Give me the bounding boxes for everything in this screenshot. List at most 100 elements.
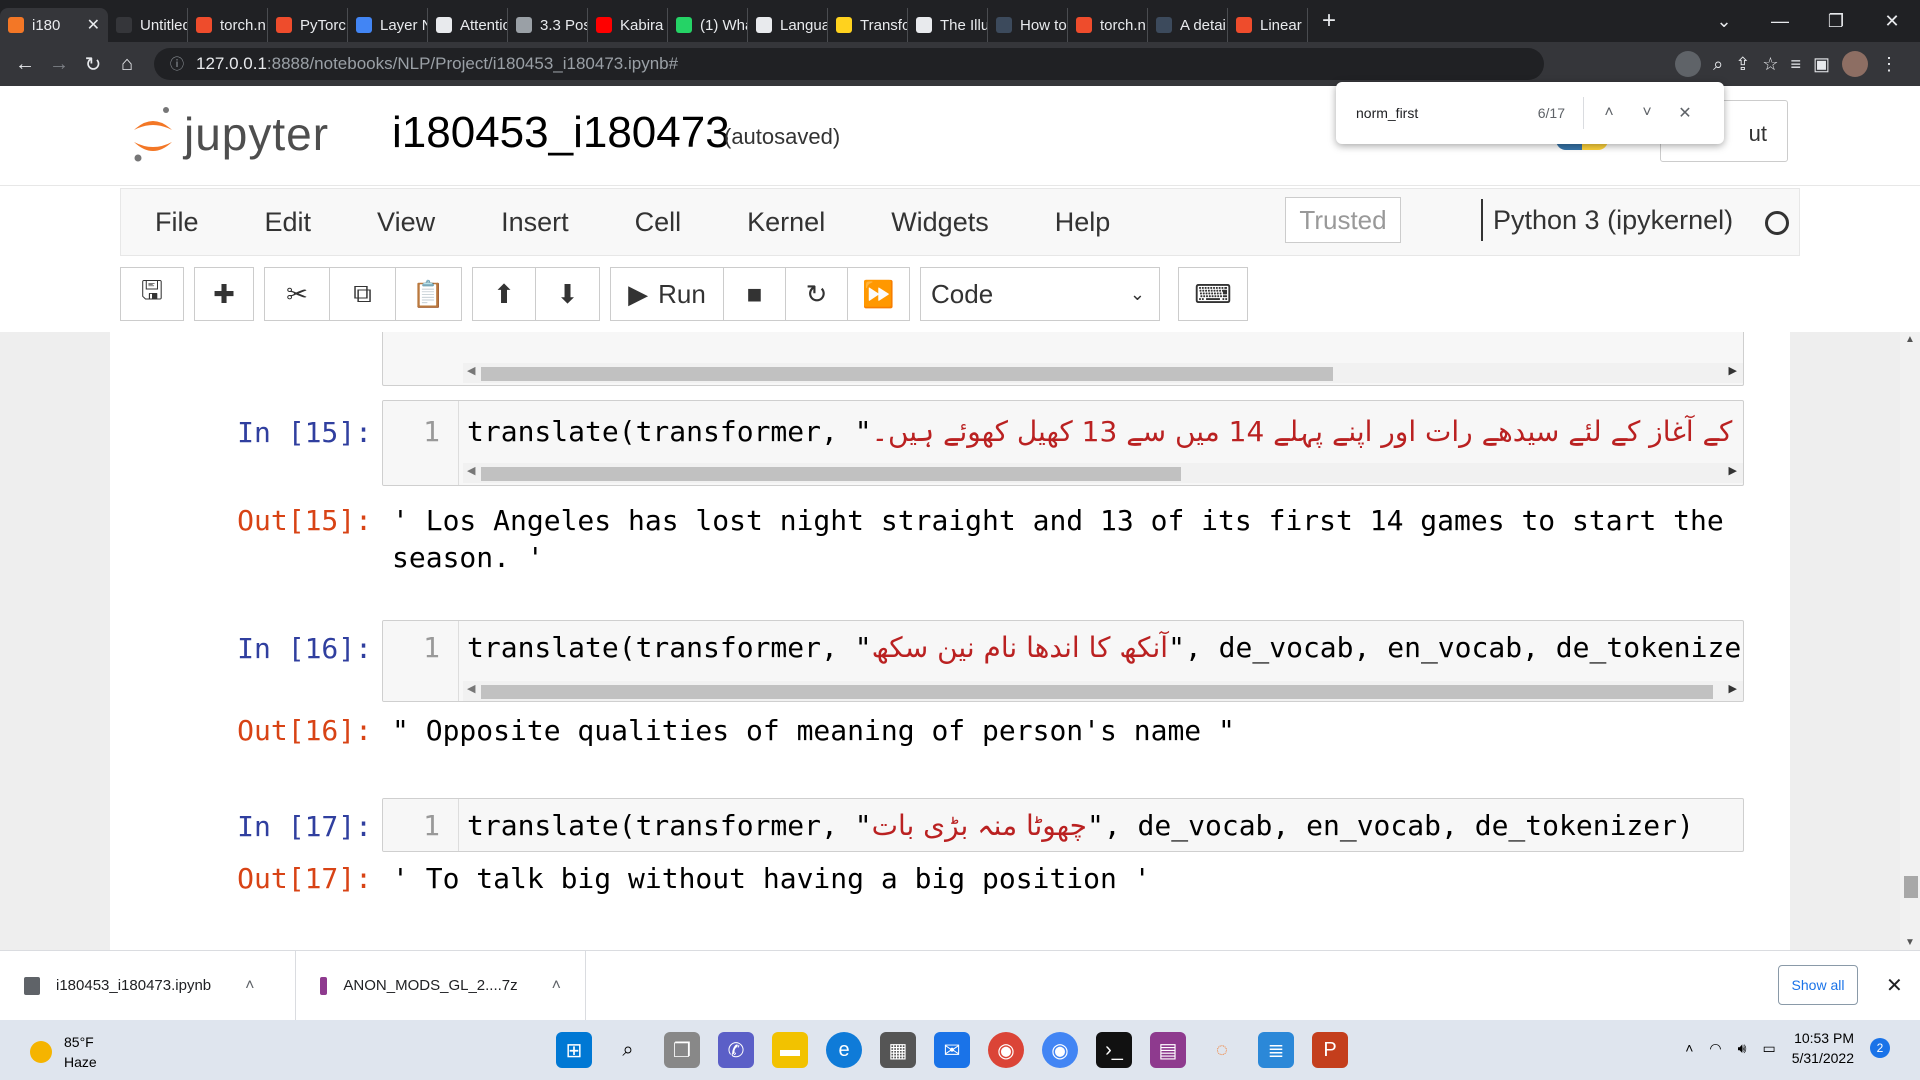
clock[interactable]: 10:53 PM 5/31/2022	[1792, 1028, 1854, 1068]
search-icon[interactable]: ⌕	[610, 1032, 646, 1068]
trusted-indicator[interactable]: Trusted	[1285, 197, 1401, 243]
mail-icon[interactable]: ✉	[934, 1032, 970, 1068]
browser-tab[interactable]: 3.3 Pos	[508, 8, 588, 42]
file-explorer-icon[interactable]: ▬	[772, 1032, 808, 1068]
run-button[interactable]: ▶ Run	[610, 267, 724, 321]
browser-tab[interactable]: torch.n	[1068, 8, 1148, 42]
page-vertical-scrollbar[interactable]: ▲ ▼	[1900, 332, 1920, 950]
jupyter-app-icon[interactable]: ◌	[1204, 1032, 1240, 1068]
code-input[interactable]: 1 translate(transformer, "چھوٹا منہ بڑی …	[382, 798, 1744, 852]
scroll-thumb[interactable]	[481, 685, 1713, 699]
scroll-thumb[interactable]	[1904, 876, 1918, 898]
new-tab-button[interactable]: +	[1322, 7, 1336, 35]
scroll-up-arrow[interactable]: ▲	[1905, 334, 1915, 345]
tab-close-icon[interactable]: ✕	[87, 15, 100, 35]
terminal-icon[interactable]: ›_	[1096, 1032, 1132, 1068]
browser-tab[interactable]: (1) Wha	[668, 8, 748, 42]
scroll-left-arrow[interactable]: ◀	[467, 464, 475, 477]
browser-tab[interactable]: A detai	[1148, 8, 1228, 42]
menu-edit[interactable]: Edit	[229, 207, 312, 238]
volume-icon[interactable]: 🔊︎	[1738, 1040, 1747, 1057]
browser-tab[interactable]: Untitled	[108, 8, 188, 42]
reading-list-icon[interactable]: ≡	[1790, 54, 1801, 75]
code-input[interactable]: 1 translate(transformer, "آنکھ کا اندھا …	[382, 620, 1744, 702]
find-close-icon[interactable]: ✕	[1666, 103, 1704, 123]
menu-help[interactable]: Help	[1019, 207, 1111, 238]
task-view-icon[interactable]: ❐	[664, 1032, 700, 1068]
close-download-bar-icon[interactable]: ✕	[1886, 973, 1903, 998]
code-input[interactable]: 1 translate(transformer, "لاس اینجلس نے …	[382, 400, 1744, 486]
horizontal-scrollbar[interactable]: ◀ ▶	[463, 363, 1743, 383]
browser-tab[interactable]: Transfo	[828, 8, 908, 42]
browser-tab[interactable]: i180 ✕	[0, 8, 108, 42]
scroll-right-arrow[interactable]: ▶	[1729, 464, 1737, 477]
bookmark-star-icon[interactable]: ☆	[1762, 54, 1778, 75]
url-field[interactable]: ⓘ 127.0.0.1 :8888/notebooks/NLP/Project/…	[154, 48, 1544, 80]
start-icon[interactable]: ⊞	[556, 1032, 592, 1068]
chat-icon[interactable]: ✆	[718, 1032, 754, 1068]
weather-widget[interactable]: 85°F Haze	[30, 1032, 97, 1072]
store-icon[interactable]: ▦	[880, 1032, 916, 1068]
edge-icon[interactable]: e	[826, 1032, 862, 1068]
kernel-name[interactable]: Python 3 (ipykernel)	[1481, 199, 1733, 241]
restore-button[interactable]: ❐	[1808, 11, 1864, 32]
scroll-down-arrow[interactable]: ▼	[1905, 937, 1915, 948]
interrupt-icon[interactable]: ■	[724, 267, 786, 321]
jupyter-logo[interactable]: jupyter	[130, 104, 329, 164]
tab-search-icon[interactable]: ⌄	[1696, 11, 1752, 32]
horizontal-scrollbar[interactable]: ◀ ▶	[463, 463, 1743, 483]
side-panel-icon[interactable]: ▣	[1813, 54, 1830, 75]
winrar-icon[interactable]: ▤	[1150, 1032, 1186, 1068]
scroll-right-arrow[interactable]: ▶	[1729, 682, 1737, 695]
browser-tab[interactable]: PyTorc	[268, 8, 348, 42]
notebook-name[interactable]: i180453_i180473	[392, 108, 730, 158]
browser-tab[interactable]: Kabira	[588, 8, 668, 42]
lens-icon[interactable]	[1675, 51, 1702, 77]
find-next-icon[interactable]: ˅	[1628, 104, 1666, 122]
share-icon[interactable]: ⇪	[1735, 54, 1750, 75]
profile-avatar[interactable]	[1842, 51, 1868, 77]
tray-overflow-icon[interactable]: ˄	[1685, 1040, 1693, 1056]
browser-tab[interactable]: Linear	[1228, 8, 1308, 42]
browser-tab[interactable]: Langua	[748, 8, 828, 42]
download-item[interactable]: ANON_MODS_GL_2....7z ˄	[296, 950, 586, 1021]
forward-icon[interactable]: →	[42, 53, 76, 76]
scroll-right-arrow[interactable]: ▶	[1729, 364, 1737, 377]
info-icon[interactable]: ⓘ	[170, 54, 184, 74]
reload-icon[interactable]: ↻	[76, 52, 110, 77]
cell-type-select[interactable]: Code ⌄	[920, 267, 1160, 321]
menu-file[interactable]: File	[121, 207, 199, 238]
battery-icon[interactable]: ▭	[1762, 1040, 1775, 1057]
scroll-left-arrow[interactable]: ◀	[467, 682, 475, 695]
move-up-icon[interactable]: ⬆	[472, 267, 536, 321]
find-prev-icon[interactable]: ˄	[1590, 104, 1628, 122]
menu-view[interactable]: View	[341, 207, 435, 238]
command-palette-keyboard-icon[interactable]: ⌨	[1178, 267, 1248, 321]
notification-badge[interactable]: 2	[1870, 1038, 1890, 1058]
home-icon[interactable]: ⌂	[110, 53, 144, 76]
restart-icon[interactable]: ↻	[786, 267, 848, 321]
show-all-button[interactable]: Show all	[1778, 965, 1858, 1005]
menu-kernel[interactable]: Kernel	[711, 207, 825, 238]
paste-icon[interactable]: 📋	[396, 267, 462, 321]
chrome-profile-icon[interactable]: ◉	[1042, 1032, 1078, 1068]
browser-tab[interactable]: Attentio	[428, 8, 508, 42]
scroll-thumb[interactable]	[481, 367, 1333, 381]
code-input[interactable]: ◀ ▶	[382, 332, 1744, 386]
insert-cell-icon[interactable]: ✚	[194, 267, 254, 321]
minimize-button[interactable]: —	[1752, 11, 1808, 32]
chevron-up-icon[interactable]: ˄	[245, 977, 254, 995]
menu-kebab-icon[interactable]: ⋮	[1880, 54, 1898, 75]
save-icon[interactable]: 🖫	[120, 267, 184, 321]
scroll-thumb[interactable]	[481, 467, 1181, 481]
chrome-icon[interactable]: ◉	[988, 1032, 1024, 1068]
notepad-icon[interactable]: ≣	[1258, 1032, 1294, 1068]
browser-tab[interactable]: Layer N	[348, 8, 428, 42]
browser-tab[interactable]: The Illu	[908, 8, 988, 42]
move-down-icon[interactable]: ⬇	[536, 267, 600, 321]
scroll-left-arrow[interactable]: ◀	[467, 364, 475, 377]
download-item[interactable]: i180453_i180473.ipynb ˄	[0, 950, 296, 1021]
horizontal-scrollbar[interactable]: ◀ ▶	[463, 681, 1743, 701]
menu-cell[interactable]: Cell	[599, 207, 682, 238]
close-window-button[interactable]: ✕	[1864, 11, 1920, 32]
